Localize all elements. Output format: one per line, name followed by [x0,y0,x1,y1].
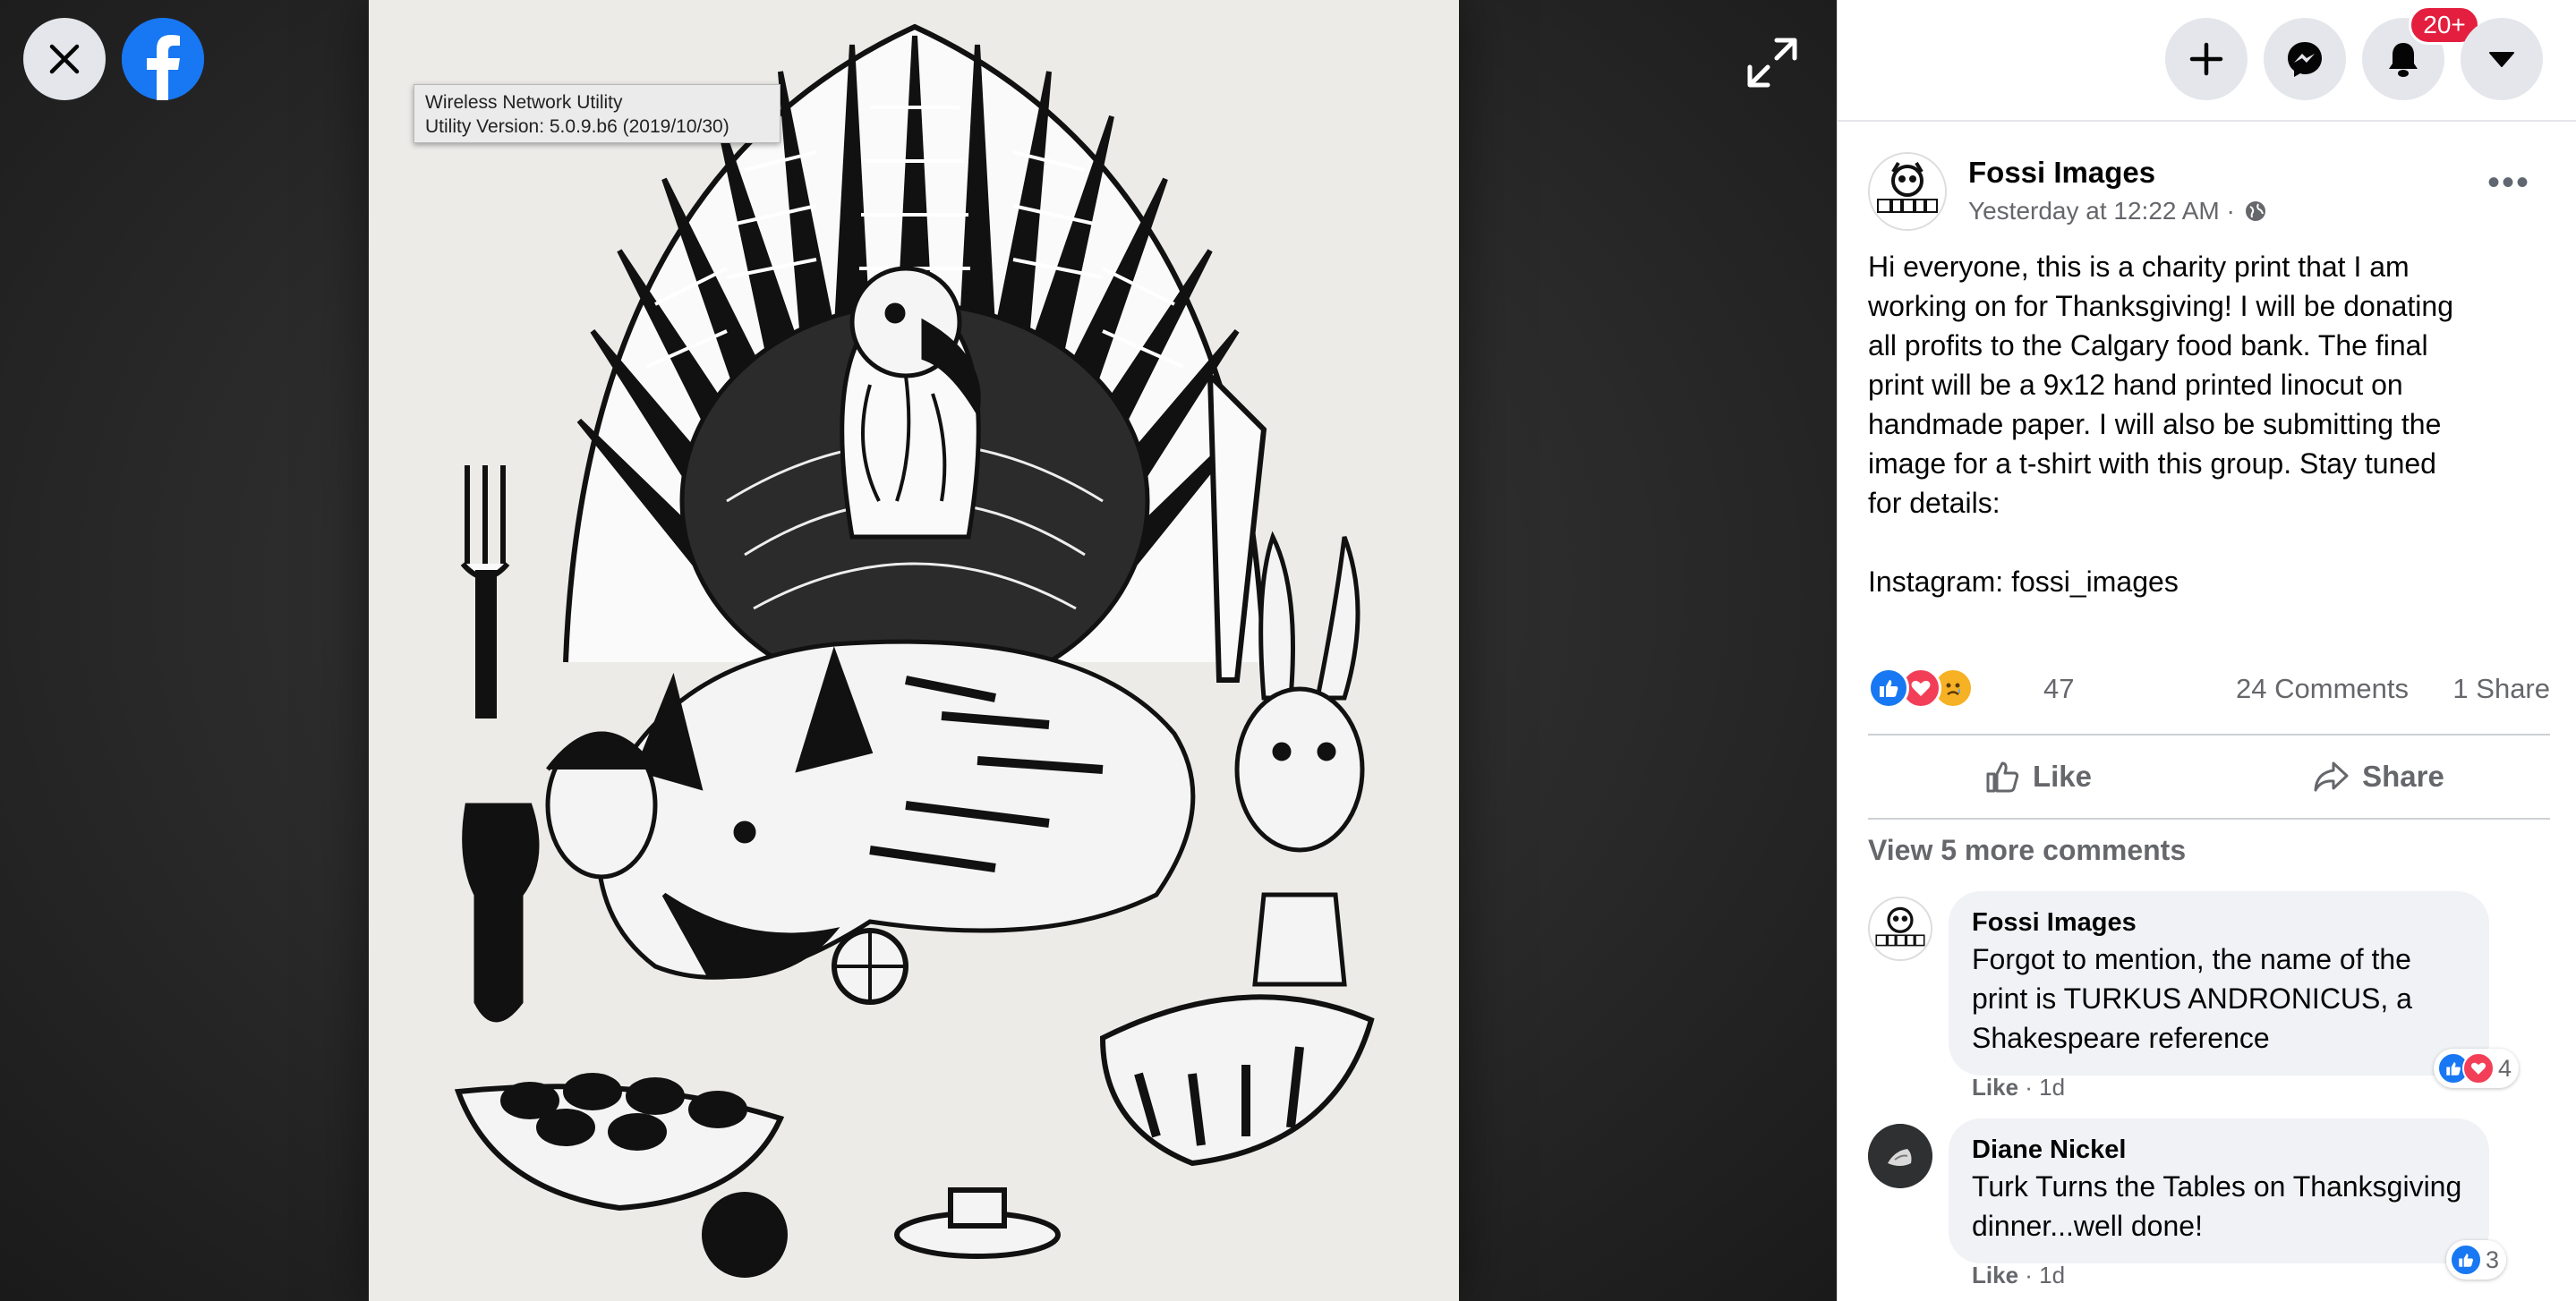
reaction-count[interactable]: 47 [2043,673,2074,705]
post-timestamp[interactable]: Yesterday at 12:22 AM · [1968,197,2267,225]
tooltip-title: Wireless Network Utility [425,92,623,113]
close-icon [49,44,80,74]
create-button[interactable] [2165,18,2248,100]
comment-like-link[interactable]: Like [1972,1074,2018,1101]
linocut-illustration [369,0,1459,1301]
expand-icon [1747,38,1797,88]
bell-icon [2389,43,2418,77]
facebook-home-button[interactable] [122,18,204,100]
share-button[interactable]: Share [2208,743,2548,811]
close-viewer-button[interactable] [23,18,106,100]
comment-reactions[interactable]: 3 [2446,1240,2507,1280]
like-reaction-icon [1868,668,1909,709]
comment-bubble: Diane Nickel Turk Turns the Tables on Th… [1949,1118,2489,1263]
fossi-images-logo [1870,898,1931,959]
love-reaction-icon [2462,1052,2495,1084]
reactions-summary: 47 24 Comments 1 Share [1868,662,2550,718]
system-tooltip: Wireless Network Utility Utility Version… [414,84,780,143]
tooltip-version: Utility Version: 5.0.9.b6 (2019/10/30) [425,116,729,137]
top-navigation: 20+ [1838,0,2576,122]
messenger-button[interactable] [2264,18,2346,100]
commenter-avatar[interactable] [1868,897,1932,961]
author-avatar[interactable] [1868,152,1947,231]
globe-icon [2245,201,2265,221]
comment-bubble: Fossi Images Forgot to mention, the name… [1949,891,2489,1076]
comment-text: Forgot to mention, the name of the print… [1972,943,2412,1054]
commenter-avatar[interactable] [1868,1124,1932,1188]
comment-like-link[interactable]: Like [1972,1262,2018,1288]
share-button-label: Share [2362,760,2444,793]
comment-age[interactable]: · 1d [2025,1262,2065,1288]
post-time-text: Yesterday at 12:22 AM · [1968,197,2235,225]
post-body-text: Hi everyone, this is a charity print tha… [1868,251,2453,598]
like-button[interactable]: Like [1868,743,2208,811]
plus-icon [2189,42,2223,76]
thumbs-up-icon [1986,761,2019,793]
like-button-label: Like [2032,760,2093,793]
account-menu-button[interactable] [2461,18,2543,100]
shares-count[interactable]: 1 Share [2452,673,2550,705]
caret-down-icon [2489,52,2514,67]
comment-author[interactable]: Diane Nickel [1972,1133,2466,1167]
user-avatar-image [1868,1124,1932,1188]
photo-viewer: Wireless Network Utility Utility Version… [0,0,1837,1301]
divider [1868,734,2550,736]
post-header: Fossi Images Yesterday at 12:22 AM · ••• [1868,152,2548,242]
fossi-images-logo [1870,154,1945,229]
comment-age[interactable]: · 1d [2025,1074,2065,1101]
share-arrow-icon [2314,761,2349,792]
post-sidebar: 20+ Fossi Images Yesterday at 12:22 AM ·… [1837,0,2576,1301]
comment-reactions[interactable]: 4 [2434,1049,2520,1088]
view-more-comments-link[interactable]: View 5 more comments [1868,834,2186,867]
comment-author[interactable]: Fossi Images [1972,906,2466,940]
comment-text: Turk Turns the Tables on Thanksgiving di… [1972,1170,2462,1242]
reaction-icons[interactable] [1868,668,1984,710]
comment-actions: Like · 1d [1972,1262,2065,1289]
fullscreen-button[interactable] [1736,27,1808,98]
post-options-button[interactable]: ••• [2487,165,2530,200]
comment-reaction-count: 3 [2486,1246,2500,1273]
post-author-name[interactable]: Fossi Images [1968,156,2155,190]
comment-actions: Like · 1d [1972,1074,2065,1101]
messenger-icon [2288,42,2322,77]
facebook-logo-icon [122,18,204,100]
divider [1868,818,2550,820]
comments-count[interactable]: 24 Comments [2236,673,2409,705]
comment-reaction-count: 4 [2498,1054,2512,1082]
like-reaction-icon [2450,1244,2482,1276]
post-photo[interactable] [369,0,1459,1301]
